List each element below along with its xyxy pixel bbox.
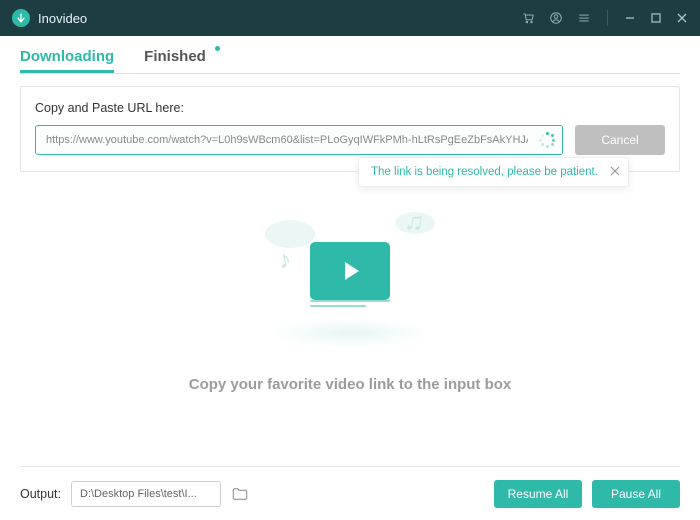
output-path-field[interactable]: D:\Desktop Files\test\I... [71,481,221,507]
maximize-button[interactable] [650,12,662,24]
tab-finished[interactable]: Finished [144,48,206,73]
minimize-button[interactable] [624,12,636,24]
video-player-icon [310,242,390,300]
app-title: Inovideo [38,11,87,26]
url-input-label: Copy and Paste URL here: [35,101,665,115]
url-input[interactable] [35,125,563,155]
empty-state-hint: Copy your favorite video link to the inp… [189,376,512,393]
resume-all-button[interactable]: Resume All [494,480,582,508]
browse-folder-icon[interactable] [231,485,249,503]
tab-downloading-label: Downloading [20,48,114,65]
app-logo-icon [12,9,30,27]
tab-bar: Downloading Finished [0,36,700,73]
tab-divider [20,73,680,74]
app-window: Inovideo Downloadin [0,0,700,520]
pause-all-button[interactable]: Pause All [592,480,680,508]
empty-state-illustration-icon: ♪ ♫ [260,202,440,342]
loading-spinner-icon [539,132,555,148]
tab-finished-label: Finished [144,48,206,65]
bottom-bar: Output: D:\Desktop Files\test\I... Resum… [20,466,680,520]
menu-icon[interactable] [577,11,591,25]
output-path-text: D:\Desktop Files\test\I... [80,488,197,500]
tab-finished-indicator-icon [215,46,220,51]
cart-icon[interactable] [521,11,535,25]
close-button[interactable] [676,12,688,24]
titlebar-divider [607,10,608,26]
user-icon[interactable] [549,11,563,25]
title-bar: Inovideo [0,0,700,36]
main-content: ♪ ♫ Copy your favorite video link to the… [0,172,700,466]
tab-downloading[interactable]: Downloading [20,48,114,73]
cancel-button[interactable]: Cancel [575,125,665,155]
music-note-icon: ♫ [402,205,427,239]
output-label: Output: [20,487,61,501]
url-input-wrap [35,125,563,155]
